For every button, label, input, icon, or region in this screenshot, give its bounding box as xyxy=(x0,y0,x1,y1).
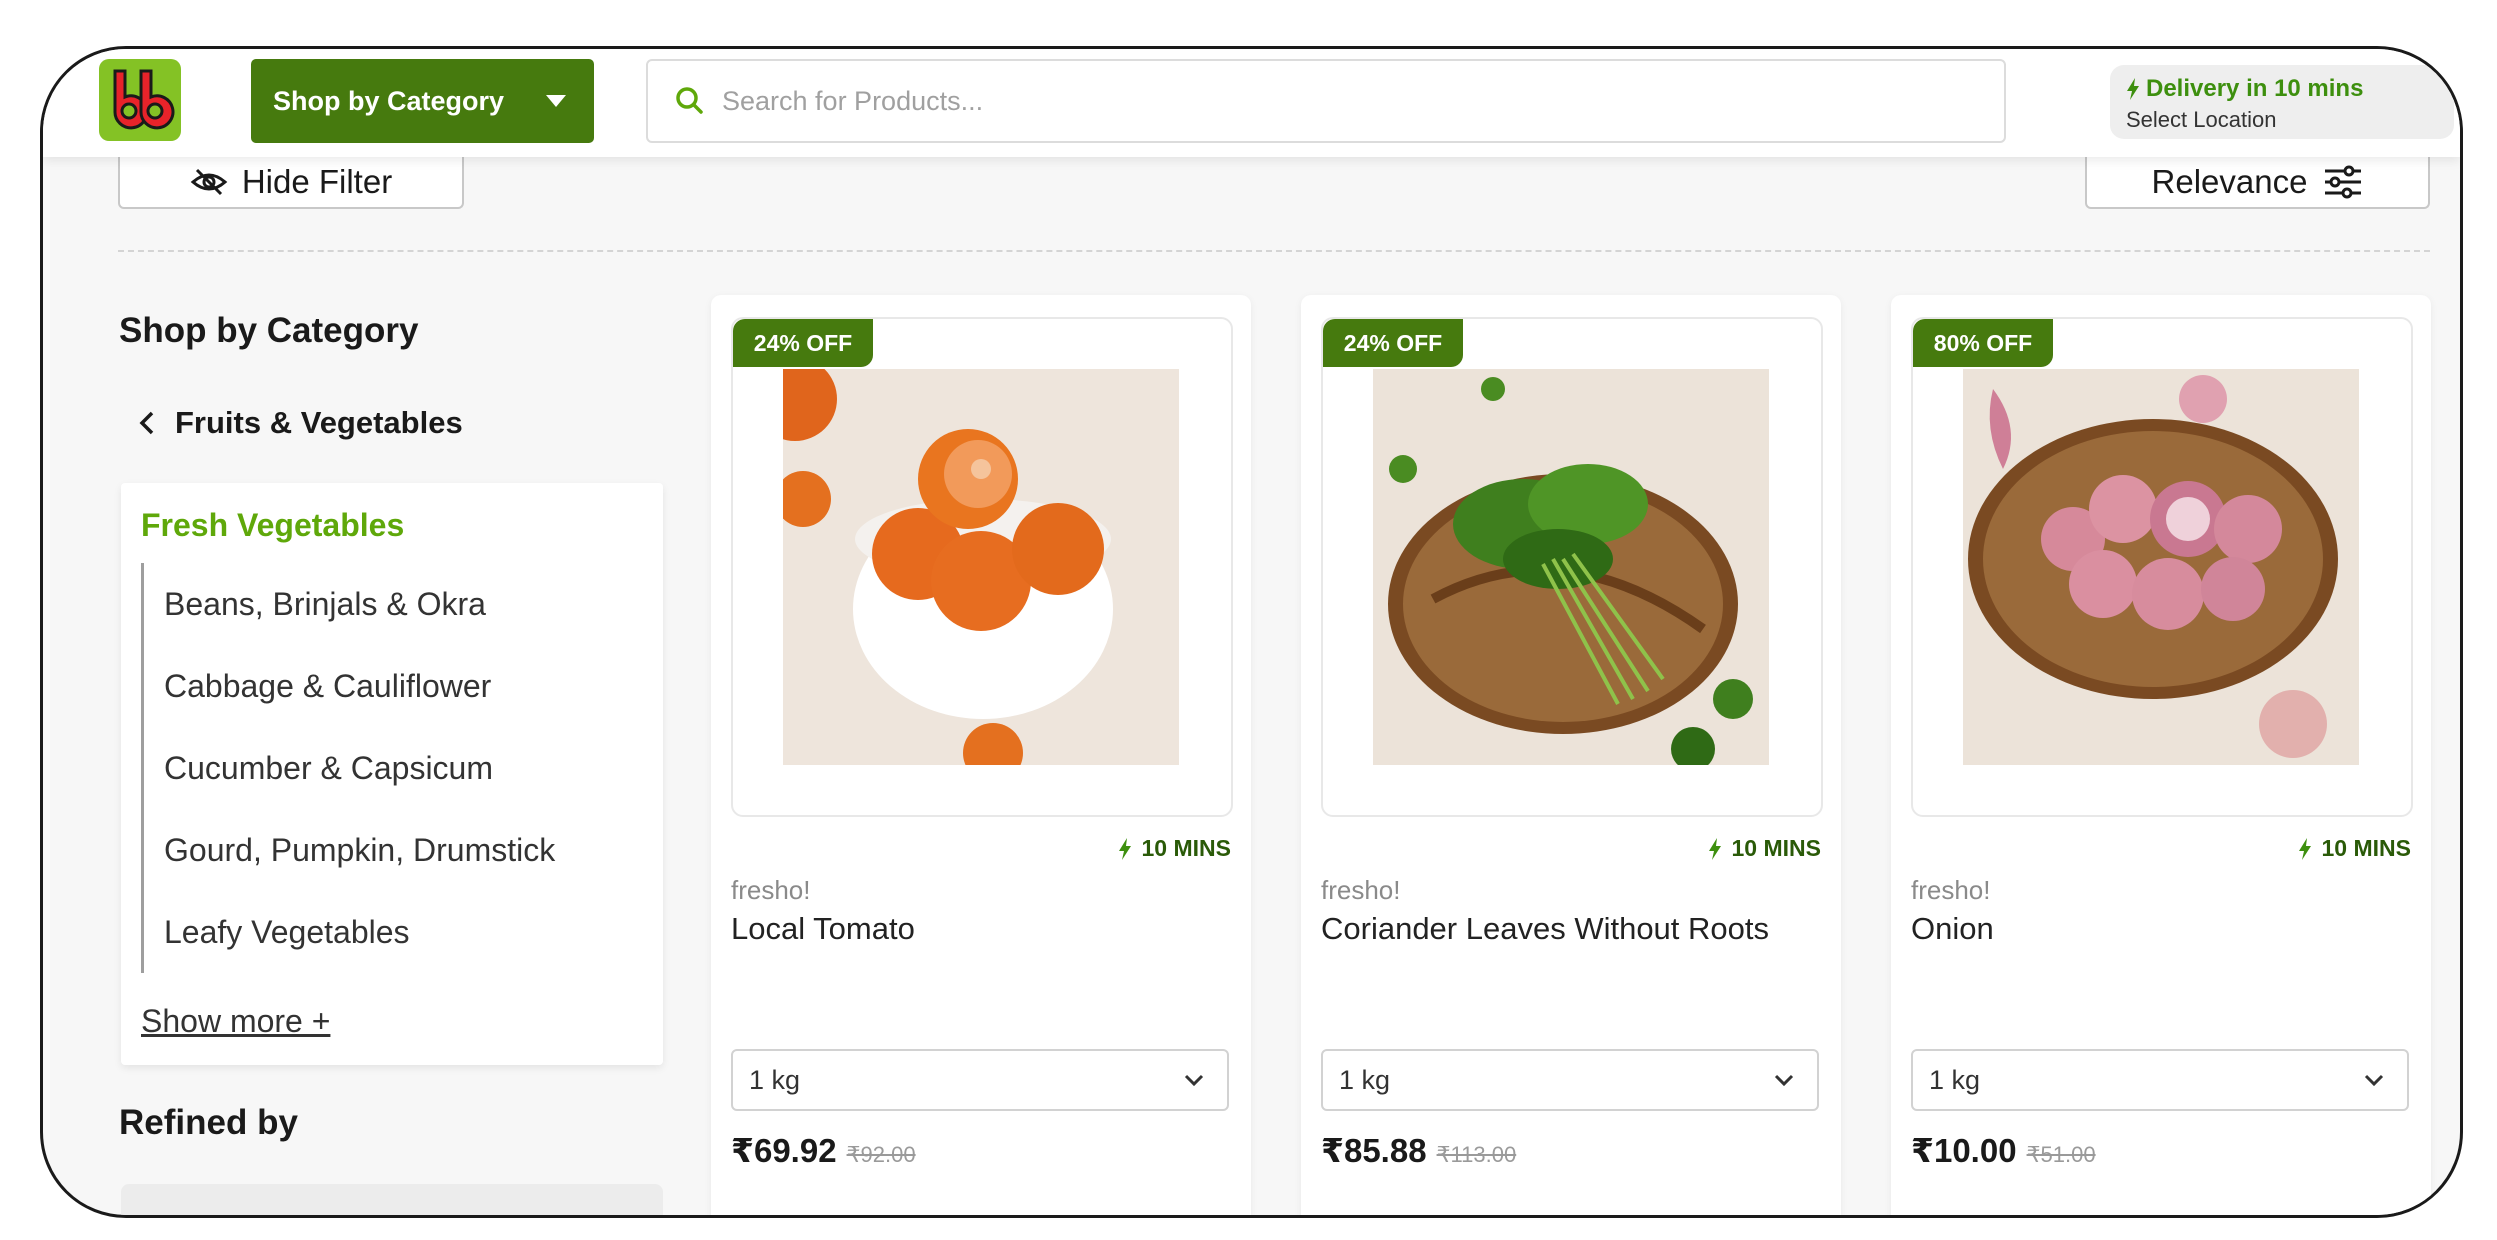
refined-by-panel xyxy=(121,1184,663,1215)
original-price: ₹113.00 xyxy=(1436,1142,1517,1167)
product-brand: fresho! xyxy=(1321,875,1401,905)
search-bar[interactable] xyxy=(646,59,2006,143)
show-more-link[interactable]: Show more + xyxy=(141,1003,330,1040)
original-price: ₹51.00 xyxy=(2026,1142,2096,1167)
subcategory-item[interactable]: Cucumber & Capsicum xyxy=(144,727,555,809)
quantity-value: 1 kg xyxy=(1339,1064,1391,1095)
price-block: ₹69.92 ₹92.00 xyxy=(731,1131,916,1170)
hide-filter-label: Hide Filter xyxy=(241,163,393,200)
bigbasket-logo[interactable] xyxy=(99,59,181,141)
discount-badge: 80% OFF xyxy=(1913,319,2053,367)
lightning-icon xyxy=(2127,78,2139,100)
sliders-icon xyxy=(2325,165,2362,199)
sale-price: ₹85.88 xyxy=(1321,1132,1427,1169)
product-name[interactable]: Onion xyxy=(1911,911,1994,947)
back-label: Fruits & Vegetables xyxy=(175,405,463,440)
select-location-text: Select Location xyxy=(2126,107,2277,132)
price-block: ₹85.88 ₹113.00 xyxy=(1321,1131,1516,1170)
quantity-select[interactable]: 1 kg xyxy=(1321,1049,1819,1111)
chevron-down-icon xyxy=(2364,1074,2384,1087)
price-block: ₹10.00 ₹51.00 xyxy=(1911,1131,2096,1170)
product-card[interactable]: 80% OFF 10 MINS fresho! Onion 1 kg ₹10.0… xyxy=(1891,295,2431,1215)
back-to-fruits-vegetables[interactable]: Fruits & Vegetables xyxy=(137,405,463,441)
sale-price: ₹10.00 xyxy=(1911,1132,2017,1169)
sale-price: ₹69.92 xyxy=(731,1132,837,1169)
product-name[interactable]: Coriander Leaves Without Roots xyxy=(1321,911,1769,947)
subcategory-item[interactable]: Cabbage & Cauliflower xyxy=(144,645,555,727)
shop-by-category-button[interactable]: Shop by Category xyxy=(251,59,594,143)
caret-down-icon xyxy=(546,95,566,107)
lightning-icon xyxy=(1708,837,1721,860)
tomato-image xyxy=(783,369,1179,765)
subcategory-item[interactable]: Leafy Vegetables xyxy=(144,891,555,973)
sidebar-title: Shop by Category xyxy=(119,311,419,350)
quantity-select[interactable]: 1 kg xyxy=(1911,1049,2409,1111)
delivery-time-text: 10 MINS xyxy=(1141,835,1231,861)
eye-off-icon xyxy=(190,168,228,196)
divider xyxy=(118,250,2430,252)
top-header: Shop by Category Delivery in 10 mins Sel… xyxy=(43,49,2460,157)
onion-image xyxy=(1963,369,2359,765)
delivery-time-text: 10 MINS xyxy=(2321,835,2411,861)
product-image-box[interactable]: 80% OFF xyxy=(1911,317,2413,817)
lightning-icon xyxy=(2298,837,2311,860)
delivery-time-text: Delivery in 10 mins xyxy=(2146,75,2364,102)
subcategory-list: Beans, Brinjals & Okra Cabbage & Caulifl… xyxy=(141,563,555,973)
original-price: ₹92.00 xyxy=(846,1142,916,1167)
logo-icon xyxy=(113,69,175,130)
delivery-location-selector[interactable]: Delivery in 10 mins Select Location xyxy=(2110,65,2454,139)
quantity-value: 1 kg xyxy=(1929,1064,1981,1095)
discount-badge: 24% OFF xyxy=(1323,319,1463,367)
chevron-down-icon xyxy=(1184,1074,1204,1087)
subcategory-item[interactable]: Beans, Brinjals & Okra xyxy=(144,563,555,645)
sort-relevance-button[interactable]: Relevance xyxy=(2085,157,2430,209)
category-active-fresh-vegetables[interactable]: Fresh Vegetables xyxy=(141,507,404,544)
product-card[interactable]: 24% OFF 10 MINS fresho! Local Tomato 1 k… xyxy=(711,295,1251,1215)
delivery-time-tag: 10 MINS xyxy=(2298,835,2411,862)
discount-badge: 24% OFF xyxy=(733,319,873,367)
delivery-time-tag: 10 MINS xyxy=(1118,835,1231,862)
quantity-select[interactable]: 1 kg xyxy=(731,1049,1229,1111)
product-image-box[interactable]: 24% OFF xyxy=(731,317,1233,817)
coriander-image xyxy=(1373,369,1769,765)
sort-label: Relevance xyxy=(2151,163,2308,200)
product-brand: fresho! xyxy=(731,875,811,905)
quantity-value: 1 kg xyxy=(749,1064,801,1095)
shop-by-category-label: Shop by Category xyxy=(273,85,505,116)
app-frame: Shop by Category Delivery in 10 mins Sel… xyxy=(40,46,2463,1218)
delivery-time-tag: 10 MINS xyxy=(1708,835,1821,862)
delivery-time-text: 10 MINS xyxy=(1731,835,1821,861)
delivery-time: Delivery in 10 mins xyxy=(2126,75,2454,103)
product-name[interactable]: Local Tomato xyxy=(731,911,915,947)
search-input[interactable] xyxy=(720,84,1924,118)
hide-filter-button[interactable]: Hide Filter xyxy=(118,157,464,209)
product-card[interactable]: 24% OFF 10 MINS fresho! Coriander Leaves… xyxy=(1301,295,1841,1215)
chevron-left-icon xyxy=(139,411,154,435)
category-list-panel: Fresh Vegetables Beans, Brinjals & Okra … xyxy=(121,483,663,1065)
lightning-icon xyxy=(1118,837,1131,860)
product-image-box[interactable]: 24% OFF xyxy=(1321,317,1823,817)
chevron-down-icon xyxy=(1774,1074,1794,1087)
product-brand: fresho! xyxy=(1911,875,1991,905)
subcategory-item[interactable]: Gourd, Pumpkin, Drumstick xyxy=(144,809,555,891)
refined-by-title: Refined by xyxy=(119,1103,298,1142)
search-icon xyxy=(676,87,703,114)
